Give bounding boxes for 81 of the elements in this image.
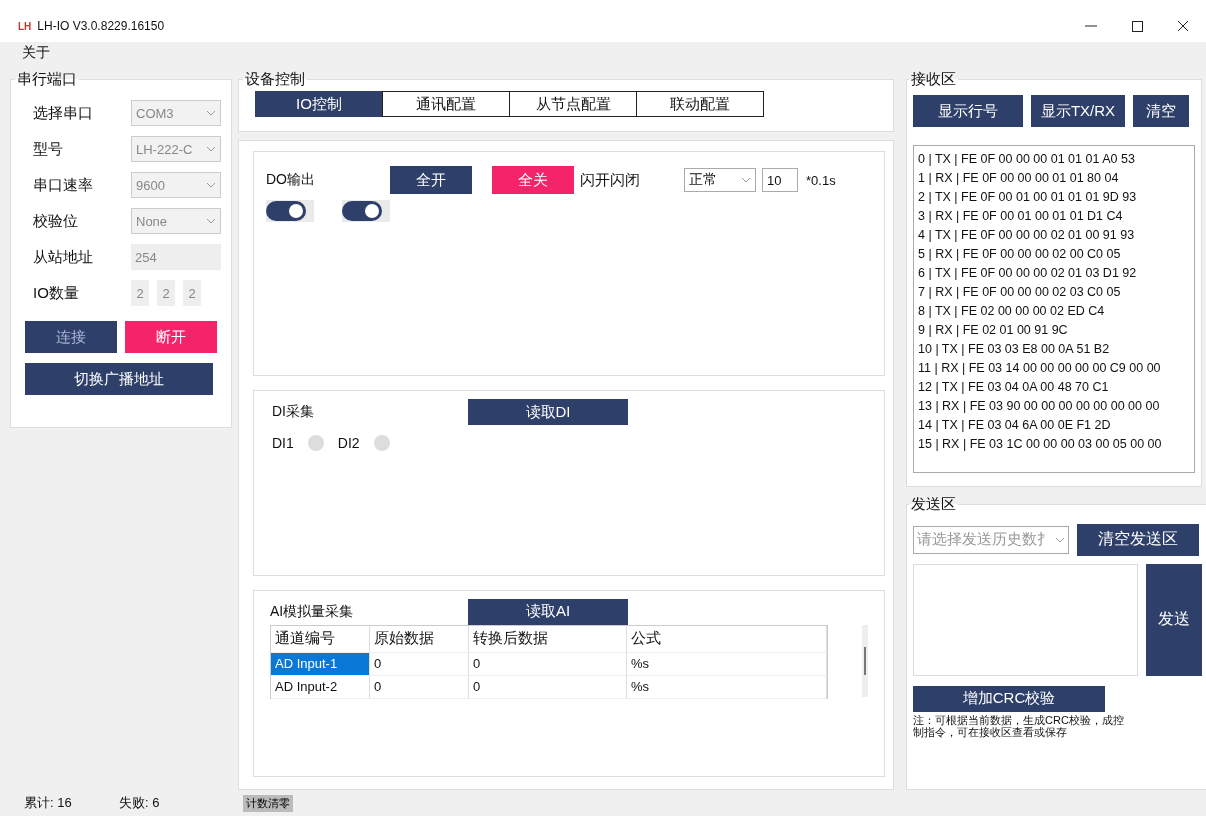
toggle-switch[interactable] <box>342 200 390 222</box>
toggle-switch[interactable] <box>266 200 314 222</box>
section-title: AI模拟量采集 <box>270 602 355 621</box>
group-title: 发送区 <box>910 494 957 514</box>
log-line: 15 | RX | FE 03 1C 00 00 00 03 00 05 00 00 <box>918 436 1163 453</box>
chevron-down-icon <box>1055 536 1065 543</box>
table-cell: 0 <box>469 675 627 698</box>
column-header: 转换后数据 <box>469 625 627 652</box>
read-ai-button[interactable]: 读取AI <box>468 598 628 625</box>
clear-send-button[interactable]: 清空发送区 <box>1077 523 1199 556</box>
table-cell: AD Input-2 <box>271 675 370 698</box>
log-line: 11 | RX | FE 03 14 00 00 00 00 00 C9 00 00 <box>918 360 1162 377</box>
chevron-down-icon <box>206 182 216 188</box>
group-title: 接收区 <box>910 70 957 89</box>
log-line: 14 | TX | FE 03 04 6A 00 0E F1 2D <box>918 417 1112 434</box>
failed-count: 失败: 6 <box>119 794 161 812</box>
table-cell: %s <box>627 652 827 675</box>
read-di-button[interactable]: 读取DI <box>468 399 628 426</box>
log-line: 9 | RX | FE 02 01 00 91 9C <box>918 322 1069 339</box>
field-label: 型号 <box>33 139 64 159</box>
log-line: 7 | RX | FE 0F 00 00 00 02 03 C0 05 <box>918 284 1122 301</box>
field-label: 校验位 <box>33 211 79 231</box>
interval-field[interactable]: 10 <box>762 168 798 192</box>
log-line: 12 | TX | FE 03 04 0A 00 48 70 C1 <box>918 379 1110 396</box>
toolbar-button[interactable]: 清空 <box>1133 95 1189 127</box>
crc-button[interactable]: 增加CRC校验 <box>913 685 1105 712</box>
tab[interactable]: IO控制 <box>255 91 383 117</box>
table-cell: %s <box>627 675 827 698</box>
input-label: DI1 <box>272 435 294 452</box>
log-line: 2 | TX | FE 0F 00 01 00 01 01 01 9D 93 <box>918 189 1138 206</box>
menu-item[interactable]: 关于 <box>22 44 50 62</box>
flash-label: 闪开闪闭 <box>580 170 641 190</box>
section-title: DO输出 <box>266 171 316 189</box>
app-logo: LH <box>18 20 32 32</box>
toolbar-button[interactable]: 显示TX/RX <box>1031 95 1125 127</box>
chevron-down-icon <box>206 110 216 116</box>
minimize-icon <box>1085 25 1097 27</box>
group-title: 串行端口 <box>16 70 78 89</box>
unit-label: *0.1s <box>806 172 836 188</box>
window-title: LH-IO V3.0.8229.16150 <box>37 19 166 33</box>
toolbar-button[interactable]: 显示行号 <box>913 95 1023 127</box>
log-line: 5 | RX | FE 0F 00 00 00 02 00 C0 05 <box>918 246 1122 263</box>
disconnect-button[interactable]: 断开 <box>125 321 217 353</box>
field-label: 选择串口 <box>33 103 94 123</box>
log-line: 0 | TX | FE 0F 00 00 00 01 01 01 A0 53 <box>918 151 1136 168</box>
table-cell: 0 <box>469 652 627 675</box>
log-line: 3 | RX | FE 0F 00 01 00 01 01 D1 C4 <box>918 208 1124 225</box>
column-header: 公式 <box>627 625 827 652</box>
log-line: 8 | TX | FE 02 00 00 00 02 ED C4 <box>918 303 1106 320</box>
note-text: 注：可根据当前数据，生成CRC校验，成控制指令，可在接收区查看或保存 <box>913 713 1125 738</box>
chevron-down-icon <box>206 146 216 152</box>
table-cell: AD Input-1 <box>271 652 370 675</box>
tab[interactable]: 通讯配置 <box>382 91 510 117</box>
reset-count-button[interactable]: 计数清零 <box>243 794 293 812</box>
close-icon <box>1177 20 1189 32</box>
chevron-down-icon <box>741 177 751 183</box>
log-line: 6 | TX | FE 0F 00 00 00 02 01 03 D1 92 <box>918 265 1138 282</box>
maximize-icon <box>1131 20 1143 32</box>
field-label: 从站地址 <box>33 247 94 267</box>
column-header: 原始数据 <box>370 625 469 652</box>
broadcast-button[interactable]: 切换广播地址 <box>25 363 213 395</box>
column-header: 通道编号 <box>271 625 370 652</box>
tab[interactable]: 从节点配置 <box>509 91 637 117</box>
input-label: DI2 <box>337 435 360 452</box>
log-line: 1 | RX | FE 0F 00 00 00 01 01 80 04 <box>918 170 1120 187</box>
log-line: 13 | RX | FE 03 90 00 00 00 00 00 00 00 00 <box>918 398 1161 415</box>
group-title: 设备控制 <box>244 70 306 89</box>
table-cell: 0 <box>370 652 469 675</box>
mode-select[interactable]: 正常 <box>684 168 756 192</box>
log-line: 10 | TX | FE 03 03 E8 00 0A 51 B2 <box>918 341 1111 358</box>
field-label: IO数量 <box>33 283 80 303</box>
total-count: 累计: 16 <box>24 794 73 812</box>
section-title: DI采集 <box>272 403 315 422</box>
log-line: 4 | TX | FE 0F 00 00 00 02 01 00 91 93 <box>918 227 1136 244</box>
send-button[interactable]: 发送 <box>1146 563 1202 676</box>
tab[interactable]: 联动配置 <box>636 91 764 117</box>
all-off-button[interactable]: 全关 <box>492 166 574 194</box>
all-on-button[interactable]: 全开 <box>390 166 472 194</box>
field-label: 串口速率 <box>33 175 94 195</box>
chevron-down-icon <box>206 218 216 224</box>
table-cell: 0 <box>370 675 469 698</box>
